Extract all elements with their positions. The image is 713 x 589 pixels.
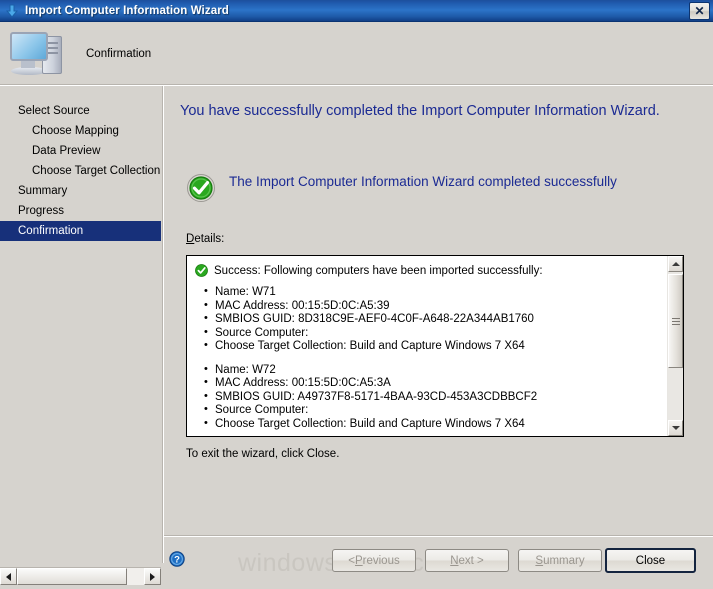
- details-status-text: Success: Following computers have been i…: [214, 264, 543, 277]
- wizard-header-banner: Confirmation: [0, 22, 713, 86]
- sidebar-item-select-source[interactable]: Select Source: [0, 101, 161, 121]
- scroll-left-button[interactable]: [0, 568, 17, 585]
- close-icon: ✕: [694, 3, 705, 18]
- sidebar-item-confirmation[interactable]: Confirmation: [0, 221, 161, 241]
- green-check-circle-icon: [186, 173, 216, 203]
- sidebar-item-label: Choose Mapping: [32, 125, 119, 137]
- details-line: SMBIOS GUID: 8D318C9E-AEF0-4C0F-A648-22A…: [195, 312, 661, 327]
- import-arrow-icon: [4, 3, 20, 19]
- title-bar: Import Computer Information Wizard ✕: [0, 0, 713, 22]
- details-label: Details:: [186, 233, 224, 245]
- scroll-thumb-grip: [671, 316, 680, 327]
- sidebar-item-choose-target-collection[interactable]: Choose Target Collection: [0, 161, 161, 181]
- details-line: Source Computer:: [195, 403, 661, 418]
- details-status-line: Success: Following computers have been i…: [195, 264, 661, 277]
- button-label-accelerator: S: [535, 554, 544, 567]
- sidebar-item-label: Confirmation: [18, 225, 84, 237]
- details-line: Name: W72: [195, 363, 661, 378]
- horizontal-scroll-track[interactable]: [17, 568, 144, 585]
- close-window-button[interactable]: ✕: [689, 1, 710, 20]
- wizard-steps-sidebar: Select Source Choose Mapping Data Preview C…: [0, 86, 161, 563]
- success-banner: The Import Computer Information Wizard c…: [186, 172, 696, 203]
- details-box: Success: Following computers have been i…: [186, 255, 684, 437]
- details-line: SMBIOS GUID: A49737F8-5171-4BAA-93CD-453…: [195, 390, 661, 405]
- details-line: Choose Target Collection: Build and Capt…: [195, 417, 661, 432]
- horizontal-scroll-thumb[interactable]: [17, 568, 127, 585]
- next-button: Next >: [425, 549, 509, 572]
- horizontal-scrollbar[interactable]: [0, 567, 161, 585]
- button-label-accelerator: N: [450, 554, 459, 567]
- sidebar-item-progress[interactable]: Progress: [0, 201, 161, 221]
- button-label: ext >: [458, 554, 484, 567]
- page-title: Confirmation: [86, 48, 152, 60]
- scroll-thumb[interactable]: [668, 274, 683, 368]
- details-group: Name: W71MAC Address: 00:15:5D:0C:A5:39S…: [195, 285, 661, 354]
- computer-icon: [8, 26, 74, 82]
- sidebar-item-data-preview[interactable]: Data Preview: [0, 141, 161, 161]
- wizard-window: Import Computer Information Wizard ✕ Con…: [0, 0, 713, 589]
- scroll-track[interactable]: [668, 272, 683, 420]
- chevron-right-icon: [150, 572, 155, 581]
- close-button[interactable]: Close: [605, 548, 696, 573]
- details-vertical-scrollbar[interactable]: [667, 256, 683, 436]
- scroll-down-button[interactable]: [668, 420, 683, 436]
- sidebar-item-label: Progress: [18, 205, 65, 217]
- sidebar-item-label: Choose Target Collection: [32, 165, 161, 177]
- button-label: revious: [362, 554, 400, 567]
- previous-button: < Previous: [332, 549, 416, 572]
- window-title: Import Computer Information Wizard: [25, 4, 229, 17]
- button-label: ummary: [543, 554, 585, 567]
- scroll-up-button[interactable]: [668, 256, 683, 272]
- sidebar-item-label: Select Source: [18, 105, 90, 117]
- sidebar-item-label: Data Preview: [32, 145, 101, 157]
- headline-text: You have successfully completed the Impo…: [180, 103, 660, 119]
- chevron-up-icon: [671, 262, 680, 266]
- chevron-down-icon: [671, 426, 680, 430]
- button-label: Close: [635, 554, 666, 567]
- summary-button: Summary: [518, 549, 602, 572]
- details-groups: Name: W71MAC Address: 00:15:5D:0C:A5:39S…: [195, 285, 661, 432]
- details-line: Name: W71: [195, 285, 661, 300]
- details-line: MAC Address: 00:15:5D:0C:A5:3A: [195, 376, 661, 391]
- content-pane: You have successfully completed the Impo…: [164, 86, 713, 535]
- details-line: Choose Target Collection: Build and Capt…: [195, 339, 661, 354]
- exit-note: To exit the wizard, click Close.: [186, 448, 340, 460]
- details-label-rest: etails:: [194, 233, 225, 245]
- chevron-left-icon: [6, 572, 11, 581]
- svg-text:?: ?: [174, 555, 180, 566]
- details-line: MAC Address: 00:15:5D:0C:A5:39: [195, 299, 661, 314]
- sidebar-item-choose-mapping[interactable]: Choose Mapping: [0, 121, 161, 141]
- details-line: Source Computer:: [195, 326, 661, 341]
- green-check-small-icon: [195, 264, 208, 277]
- details-group: Name: W72MAC Address: 00:15:5D:0C:A5:3AS…: [195, 363, 661, 432]
- sidebar-item-label: Summary: [18, 185, 68, 197]
- details-content: Success: Following computers have been i…: [187, 256, 667, 436]
- success-message: The Import Computer Information Wizard c…: [229, 174, 617, 189]
- help-question-icon[interactable]: ?: [169, 551, 185, 567]
- button-label-accelerator: P: [354, 554, 363, 567]
- button-label-prefix: <: [348, 554, 355, 567]
- sidebar-item-summary[interactable]: Summary: [0, 181, 161, 201]
- scroll-right-button[interactable]: [144, 568, 161, 585]
